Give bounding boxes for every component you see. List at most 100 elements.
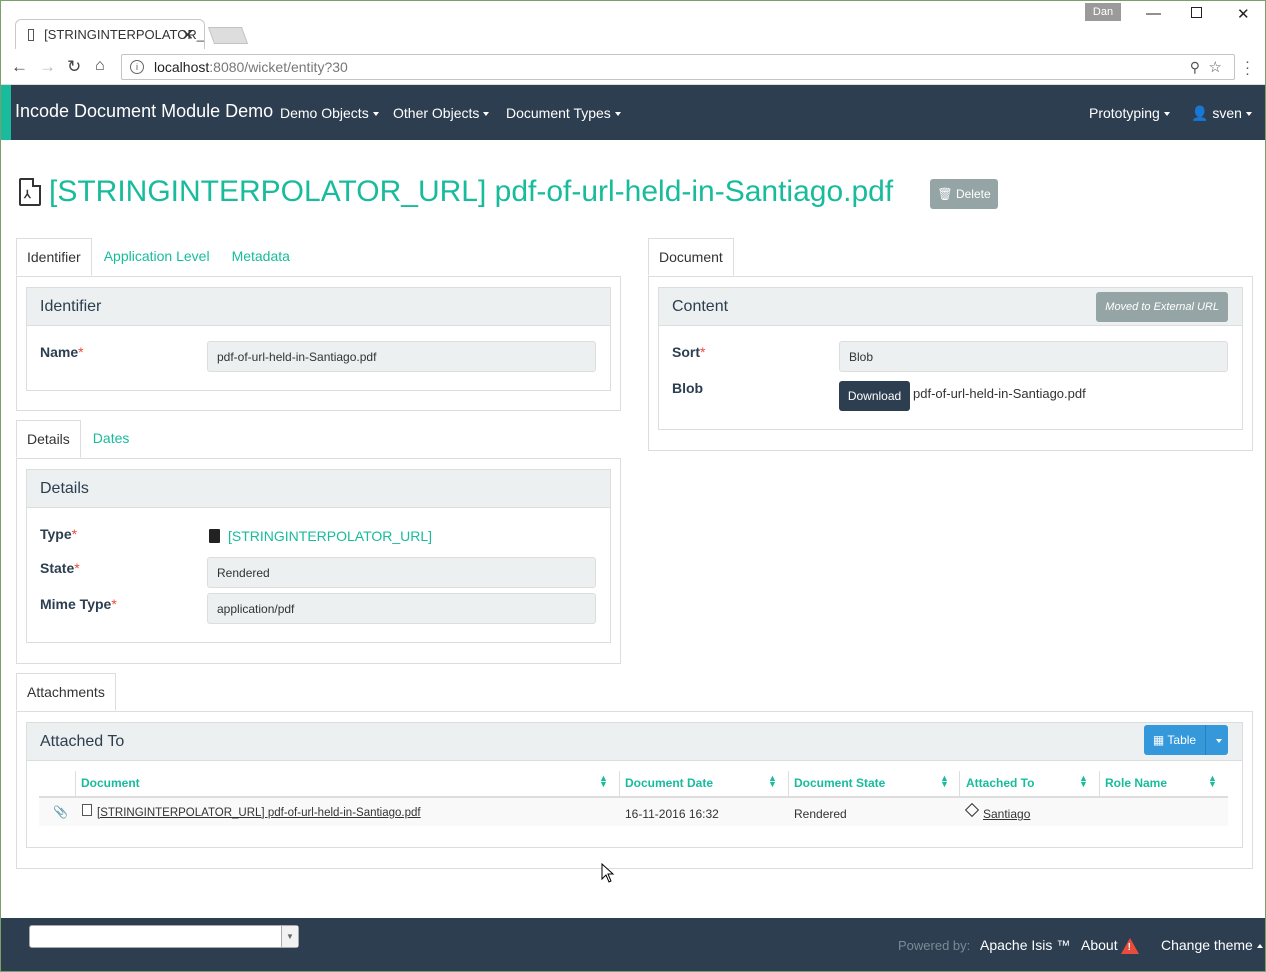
tab-strip: [STRINGINTERPOLATOR_ ✕ Dan — ✕	[1, 1, 1265, 49]
page-icon	[28, 28, 35, 41]
forward-icon[interactable]: →	[39, 57, 56, 77]
details-panel-heading: Details	[27, 470, 610, 508]
page-title: [STRINGINTERPOLATOR_URL] pdf-of-url-held…	[49, 175, 894, 208]
identifier-tabs: Identifier Application Level Metadata	[16, 238, 300, 276]
menu-demo-objects-label: Demo Objects	[280, 105, 369, 121]
tab-application-level[interactable]: Application Level	[94, 238, 220, 276]
caret-down-icon	[483, 112, 490, 117]
name-label: Name*	[40, 344, 84, 360]
back-icon[interactable]: ←	[11, 57, 28, 77]
reload-icon[interactable]: ↻	[67, 57, 81, 77]
menu-document-types-label: Document Types	[506, 105, 611, 121]
sort-icon[interactable]: ▲ ▼	[599, 774, 608, 789]
document-type-icon	[209, 529, 220, 543]
table-view-label[interactable]: ▦ Table	[1144, 725, 1206, 755]
sort-icon[interactable]: ▲ ▼	[1079, 774, 1088, 789]
minimize-icon[interactable]: —	[1146, 5, 1161, 22]
attached-to-heading: Attached To	[27, 723, 1242, 761]
url-bar[interactable]: i localhost:8080/wicket/entity?30 ⚲ ☆	[121, 54, 1235, 80]
tab-dates[interactable]: Dates	[83, 420, 140, 458]
state-field[interactable]: Rendered	[207, 557, 596, 588]
download-button[interactable]: Download	[839, 381, 910, 411]
caret-down-icon	[1245, 112, 1252, 117]
sort-field[interactable]: Blob	[839, 341, 1228, 372]
delete-button[interactable]: 🗑 Delete	[930, 179, 998, 209]
tab-details[interactable]: Details	[16, 420, 81, 458]
close-tab-icon[interactable]: ✕	[181, 26, 194, 44]
chevron-down-icon[interactable]: ▼	[281, 926, 298, 947]
browser-tab-title: [STRINGINTERPOLATOR_	[44, 27, 204, 42]
info-icon[interactable]: i	[130, 60, 144, 74]
state-label: State*	[40, 560, 80, 576]
new-tab-button[interactable]	[207, 27, 249, 44]
user-icon: 👤	[1191, 105, 1209, 121]
blob-filename: pdf-of-url-held-in-Santiago.pdf	[913, 386, 1086, 401]
attachment-icon[interactable]: 📎	[53, 805, 68, 819]
identifier-panel: Identifier	[26, 287, 611, 391]
document-link[interactable]: [STRINGINTERPOLATOR_URL] pdf-of-url-held…	[97, 807, 421, 819]
sort-icon[interactable]: ▲ ▼	[1208, 774, 1217, 789]
details-tabs: Details Dates	[16, 420, 139, 458]
menu-user[interactable]: 👤 sven	[1191, 105, 1252, 122]
attachments-tabs: Attachments	[16, 673, 116, 711]
tab-metadata[interactable]: Metadata	[222, 238, 300, 276]
mouse-cursor-icon	[601, 863, 615, 883]
col-document-state[interactable]: Document State	[794, 776, 885, 790]
sort-icon[interactable]: ▲ ▼	[940, 774, 949, 789]
table-icon: ▦	[1152, 733, 1165, 747]
col-document-date[interactable]: Document Date	[625, 776, 713, 790]
view-dropdown-icon[interactable]	[1206, 733, 1228, 747]
warning-icon: !	[1120, 938, 1139, 955]
menu-other-objects[interactable]: Other Objects	[393, 105, 490, 121]
tab-document[interactable]: Document	[648, 238, 734, 276]
moved-to-external-url-button[interactable]: Moved to External URL	[1096, 292, 1228, 322]
menu-prototyping[interactable]: Prototyping	[1089, 105, 1170, 121]
col-attached-to[interactable]: Attached To	[966, 776, 1034, 790]
menu-user-label: sven	[1212, 105, 1242, 121]
change-theme-menu[interactable]: Change theme	[1161, 937, 1263, 953]
table-view-button[interactable]: ▦ Table	[1144, 725, 1228, 755]
footer-select[interactable]: ▼	[29, 925, 299, 948]
blob-label: Blob	[672, 380, 704, 396]
identifier-panel-heading: Identifier	[27, 288, 610, 326]
mime-type-field[interactable]: application/pdf	[207, 593, 596, 624]
sort-icon[interactable]: ▲ ▼	[768, 774, 777, 789]
mime-type-label: Mime Type*	[40, 596, 117, 612]
caret-down-icon	[614, 112, 621, 117]
browser-tab[interactable]: [STRINGINTERPOLATOR_ ✕	[15, 19, 205, 49]
browser-menu-icon[interactable]: · · ·	[1245, 54, 1250, 81]
menu-demo-objects[interactable]: Demo Objects	[280, 105, 379, 121]
sort-label: Sort*	[672, 344, 706, 360]
document-state-cell: Rendered	[794, 807, 847, 821]
entity-header: ⅄ [STRINGINTERPOLATOR_URL] pdf-of-url-he…	[19, 175, 893, 209]
apache-isis-link[interactable]: Apache Isis ™	[980, 937, 1070, 953]
app-brand[interactable]: Incode Document Module Demo	[15, 101, 273, 122]
app-navbar: Incode Document Module Demo Demo Objects…	[1, 85, 1265, 140]
powered-by-label: Powered by:	[898, 938, 971, 953]
type-link[interactable]: [STRINGINTERPOLATOR_URL]	[228, 528, 432, 544]
attached-to-link[interactable]: Santiago	[983, 807, 1030, 821]
caret-down-icon	[372, 112, 379, 117]
trash-icon: 🗑	[937, 187, 953, 201]
url-host: localhost	[154, 59, 210, 75]
pdf-icon	[82, 804, 92, 816]
zoom-icon[interactable]: ⚲	[1190, 59, 1200, 76]
menu-document-types[interactable]: Document Types	[506, 105, 621, 121]
tab-identifier[interactable]: Identifier	[16, 238, 92, 276]
delete-button-label: Delete	[955, 187, 991, 201]
bookmark-star-icon[interactable]: ☆	[1209, 58, 1222, 76]
tab-attachments[interactable]: Attachments	[16, 673, 116, 711]
col-document[interactable]: Document	[81, 776, 140, 790]
name-field[interactable]: pdf-of-url-held-in-Santiago.pdf	[207, 341, 596, 372]
menu-other-objects-label: Other Objects	[393, 105, 480, 121]
url-path: :8080/wicket/entity?30	[209, 59, 348, 75]
about-link[interactable]: About!	[1081, 937, 1139, 955]
document-tabs: Document	[648, 238, 734, 276]
profile-badge[interactable]: Dan	[1085, 3, 1121, 21]
caret-up-icon	[1256, 944, 1263, 949]
maximize-icon[interactable]	[1191, 7, 1202, 18]
col-role-name[interactable]: Role Name	[1105, 776, 1167, 790]
pdf-icon: ⅄	[19, 178, 41, 206]
home-icon[interactable]: ⌂	[95, 57, 105, 75]
window-close-icon[interactable]: ✕	[1237, 5, 1250, 23]
